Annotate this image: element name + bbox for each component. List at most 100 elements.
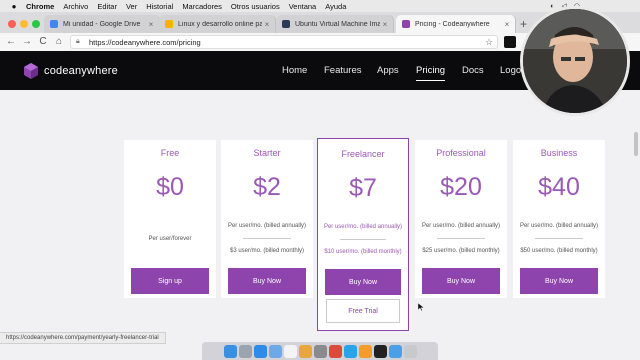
status-icon[interactable]: ◐: [550, 3, 554, 10]
bookmark-star-icon[interactable]: ☆: [485, 37, 497, 48]
plan-price: $40: [538, 173, 580, 201]
nav-home[interactable]: Home: [282, 65, 307, 76]
plan-name: Free: [160, 148, 180, 158]
nav-login[interactable]: Logo: [500, 65, 521, 76]
plan-name: Starter: [253, 148, 281, 158]
buy-now-button[interactable]: Buy Now: [228, 268, 306, 294]
codeanywhere-logo-icon: [24, 63, 38, 79]
menu-ver[interactable]: Ver: [126, 2, 137, 11]
sublime-icon[interactable]: [358, 344, 372, 358]
plan-card-free: Free $0 Per user/forever Sign up: [124, 140, 216, 298]
plan-annual-billing: Per user/mo. (billed annually): [227, 223, 307, 229]
close-window-button[interactable]: [8, 20, 16, 28]
calendar-icon[interactable]: [283, 344, 297, 358]
back-button[interactable]: ←: [4, 35, 18, 49]
tab-google-drive[interactable]: Mi unidad - Google Drive ×: [44, 15, 160, 33]
presenter-video-image: [523, 9, 627, 113]
minimize-window-button[interactable]: [20, 20, 28, 28]
webcam-overlay: [520, 6, 630, 116]
menu-app[interactable]: Chrome: [26, 2, 54, 11]
close-icon[interactable]: ×: [502, 20, 512, 29]
downloads-icon[interactable]: [388, 344, 402, 358]
tab-label: Pricing - Codeanywhere: [415, 20, 490, 28]
mouse-cursor-icon: [418, 303, 424, 311]
lock-icon: 🔒︎: [76, 38, 80, 45]
plan-card-business: Business $40 Per user/mo. (billed annual…: [513, 140, 605, 298]
divider: [340, 239, 386, 240]
divider: [535, 238, 583, 239]
divider: [437, 238, 485, 239]
home-button[interactable]: ⌂: [52, 35, 66, 49]
menu-ayuda[interactable]: Ayuda: [325, 2, 346, 11]
safari-icon[interactable]: [253, 344, 267, 358]
menu-ventana[interactable]: Ventana: [289, 2, 317, 11]
plan-card-freelancer: Freelancer $7 Per user/mo. (billed annua…: [317, 138, 409, 331]
menu-archivo[interactable]: Archivo: [63, 2, 88, 11]
close-icon[interactable]: ×: [146, 20, 156, 29]
skype-icon[interactable]: [343, 344, 357, 358]
tab-label: Mi unidad - Google Drive: [63, 20, 141, 28]
site-logo[interactable]: codeanywhere: [24, 63, 118, 79]
menu-historial[interactable]: Historial: [146, 2, 173, 11]
address-bar[interactable]: 🔒︎ https://codeanywhere.com/pricing ☆: [70, 35, 498, 49]
reload-button[interactable]: C: [36, 35, 50, 49]
plan-name: Professional: [436, 148, 486, 158]
page-scrollbar[interactable]: [634, 132, 638, 156]
extension-icon[interactable]: [504, 36, 516, 48]
plan-annual-billing: Per user/mo. (billed annually): [519, 223, 599, 229]
trash-icon[interactable]: [403, 344, 417, 358]
plan-monthly-billing: $3 user/mo. (billed monthly): [229, 248, 305, 254]
nav-features[interactable]: Features: [324, 65, 362, 76]
finder-icon[interactable]: [223, 344, 237, 358]
photos-icon[interactable]: [298, 344, 312, 358]
codeanywhere-icon: [402, 20, 410, 28]
plan-card-starter: Starter $2 Per user/mo. (billed annually…: [221, 140, 313, 298]
buy-now-button[interactable]: Buy Now: [422, 268, 500, 294]
tab-label: Ubuntu Virtual Machine Image: [295, 20, 380, 28]
menu-editar[interactable]: Editar: [97, 2, 117, 11]
terminal-icon[interactable]: [373, 344, 387, 358]
menu-otros-usuarios[interactable]: Otros usuarios: [231, 2, 280, 11]
nav-docs[interactable]: Docs: [462, 65, 484, 76]
plan-price: $0: [156, 173, 184, 201]
nav-pricing[interactable]: Pricing: [416, 65, 446, 81]
tab-pricing-codeanywhere[interactable]: Pricing - Codeanywhere ×: [396, 15, 516, 33]
macos-dock: [202, 342, 438, 360]
nav-apps[interactable]: Apps: [377, 65, 399, 76]
link-status-bar: https://codeanywhere.com/payment/yearly-…: [0, 332, 166, 344]
menu-marcadores[interactable]: Marcadores: [182, 2, 222, 11]
plan-monthly-billing: $10 user/mo. (billed monthly): [324, 249, 402, 255]
plan-card-professional: Professional $20 Per user/mo. (billed an…: [415, 140, 507, 298]
macos-menubar: ● Chrome Archivo Editar Ver Historial Ma…: [0, 0, 640, 12]
chrome-icon[interactable]: [328, 344, 342, 358]
tab-linux-desarrollo[interactable]: Linux y desarrollo online para l ×: [159, 15, 276, 33]
free-trial-button[interactable]: Free Trial: [326, 299, 400, 323]
bookmark-icon: [165, 20, 173, 28]
plan-billing: Per user/forever: [148, 236, 192, 242]
mail-icon[interactable]: [268, 344, 282, 358]
tab-ubuntu-vm[interactable]: Ubuntu Virtual Machine Image ×: [276, 15, 394, 33]
close-icon[interactable]: ×: [380, 20, 390, 29]
plan-annual-billing: Per user/mo. (billed annually): [421, 223, 501, 229]
signup-button[interactable]: Sign up: [131, 268, 209, 294]
apple-icon[interactable]: ●: [8, 2, 20, 11]
buy-now-button[interactable]: Buy Now: [325, 269, 401, 295]
tab-label: Linux y desarrollo online para l: [178, 20, 262, 28]
zoom-window-button[interactable]: [32, 20, 40, 28]
settings-icon[interactable]: [313, 344, 327, 358]
url-text[interactable]: https://codeanywhere.com/pricing: [89, 38, 485, 47]
plan-name: Freelancer: [341, 149, 385, 159]
buy-now-button[interactable]: Buy Now: [520, 268, 598, 294]
plan-monthly-billing: $50 user/mo. (billed monthly): [520, 248, 598, 254]
launchpad-icon[interactable]: [238, 344, 252, 358]
plan-monthly-billing: $25 user/mo. (billed monthly): [422, 248, 500, 254]
google-drive-icon: [50, 20, 58, 28]
plan-annual-billing: Per user/mo. (billed annually): [323, 224, 403, 230]
divider: [243, 238, 291, 239]
ubuntu-icon: [282, 20, 290, 28]
close-icon[interactable]: ×: [262, 20, 272, 29]
plan-price: $20: [440, 173, 482, 201]
new-tab-button[interactable]: +: [520, 17, 527, 31]
brand-name: codeanywhere: [44, 65, 118, 77]
forward-button[interactable]: →: [20, 35, 34, 49]
